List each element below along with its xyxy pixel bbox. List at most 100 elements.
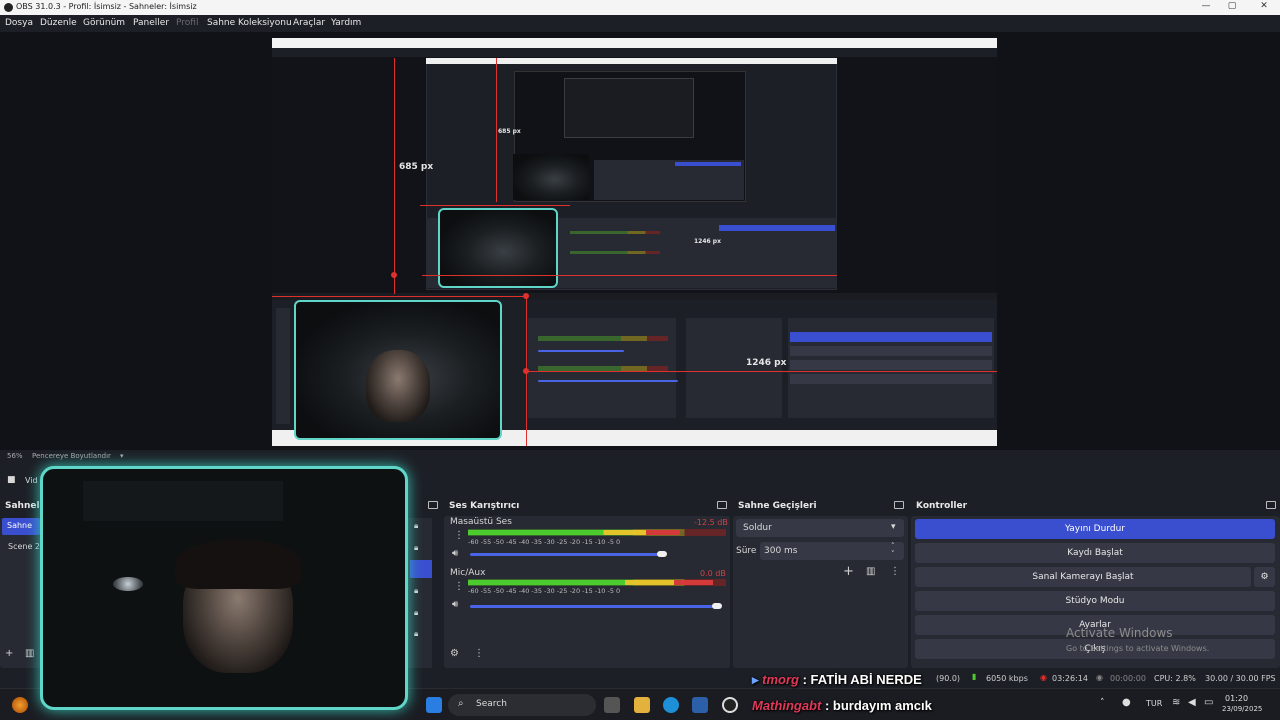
selection-handle-r[interactable]: [523, 368, 529, 374]
speaker-icon[interactable]: 🔊︎: [452, 548, 458, 559]
tray-time[interactable]: 01:20: [1225, 694, 1248, 703]
webcam-overlay: [40, 466, 408, 710]
transition-select[interactable]: Soldur ▾: [736, 519, 904, 537]
gear-icon[interactable]: ⚙: [450, 648, 459, 659]
source-item-selected[interactable]: [410, 560, 432, 578]
kebab-menu-icon[interactable]: ⋮: [454, 530, 464, 541]
menu-araclar[interactable]: Araçlar: [293, 18, 325, 28]
search-icon: ⌕: [458, 698, 464, 709]
chat-text: : burdayım amcık: [824, 698, 932, 713]
tray-date[interactable]: 23/09/2025: [1222, 705, 1262, 713]
volume-icon[interactable]: ◀: [1188, 697, 1196, 708]
tray-mic-icon[interactable]: ●: [1122, 697, 1131, 708]
selection-top: [272, 296, 528, 297]
tray-chevron-up-icon[interactable]: ˄: [1100, 698, 1105, 708]
chat-message: Mathingabt : burdayım amcık: [752, 698, 932, 713]
nested-stream-button-level2: [719, 225, 835, 231]
signal-icon: ▮: [972, 672, 977, 681]
volume-slider-mic[interactable]: [470, 605, 720, 608]
kebab-menu-icon[interactable]: ⋮: [454, 581, 464, 592]
chat-username: Mathingabt: [752, 698, 822, 713]
add-transition-button[interactable]: +: [843, 564, 854, 579]
chat-twitch-icon: ▸: [752, 672, 763, 687]
close-button[interactable]: ✕: [1254, 1, 1274, 13]
zoom-chevron-down-icon[interactable]: ▾: [120, 452, 124, 460]
store-icon[interactable]: [692, 697, 708, 713]
lock-icon[interactable]: 🔒︎: [414, 629, 418, 639]
guide-vertical-inner: [496, 58, 497, 202]
stepper-down-icon[interactable]: ˅: [891, 550, 895, 558]
maximize-button[interactable]: ▢: [1222, 1, 1242, 13]
inner-width-label: 1246 px: [694, 238, 721, 245]
sources-title: Vid: [25, 476, 38, 485]
status-stream-time: 03:26:14: [1052, 674, 1088, 683]
lock-icon[interactable]: 🔒︎: [414, 543, 418, 553]
volume-knob-desktop[interactable]: [657, 551, 667, 557]
dock-float-icon[interactable]: [717, 501, 727, 509]
menu-duzenle[interactable]: Düzenle: [40, 18, 77, 28]
webcam-background-shelf: [83, 481, 283, 521]
kebab-menu-icon[interactable]: ⋮: [474, 648, 484, 659]
kebab-menu-icon[interactable]: ⋮: [890, 566, 900, 577]
dock-float-icon[interactable]: [428, 501, 438, 509]
weather-icon[interactable]: [12, 697, 28, 713]
add-scene-button[interactable]: +: [5, 648, 13, 659]
zoom-mode[interactable]: Pencereye Boyutlandır: [32, 452, 111, 460]
lock-icon[interactable]: 🔒︎: [414, 608, 418, 618]
virtual-camera-settings-button[interactable]: ⚙: [1254, 567, 1275, 587]
task-view-icon[interactable]: [604, 697, 620, 713]
speaker-icon[interactable]: 🔊︎: [452, 599, 458, 610]
search-placeholder: Search: [476, 699, 507, 709]
trash-icon[interactable]: ▥: [25, 648, 34, 659]
menu-sahne-koleksiyonu[interactable]: Sahne Koleksiyonu: [207, 18, 292, 28]
edge-icon[interactable]: [663, 697, 679, 713]
stepper-up-icon[interactable]: ˄: [891, 542, 895, 550]
nested-stream-button-level1: [790, 332, 992, 342]
handle-dot[interactable]: [391, 272, 397, 278]
obs-logo-icon: [4, 3, 13, 12]
wifi-icon[interactable]: ≋: [1172, 697, 1180, 708]
guide-horizontal: [422, 275, 837, 276]
menu-dosya[interactable]: Dosya: [5, 18, 33, 28]
status-bitrate: 6050 kbps: [986, 674, 1028, 683]
scene-item-scene-2[interactable]: Scene 2: [8, 542, 40, 551]
stop-streaming-button[interactable]: Yayını Durdur: [915, 519, 1275, 539]
scene-item-sahne[interactable]: Sahne: [2, 518, 40, 535]
width-label: 1246 px: [746, 358, 787, 368]
dock-float-icon[interactable]: [1266, 501, 1276, 509]
nested-titlebar: [272, 38, 997, 48]
status-frames: (90.0): [936, 674, 961, 683]
volume-knob-mic[interactable]: [712, 603, 722, 609]
menu-yardim[interactable]: Yardım: [331, 18, 361, 28]
nested-stream-button-level3: [675, 162, 741, 166]
preview-canvas[interactable]: 685 px 685 px 1246 px 1246 px: [272, 38, 997, 446]
nested-webcam-level1: [294, 300, 502, 440]
zoom-value[interactable]: 56%: [7, 452, 23, 460]
selection-handle-tr[interactable]: [523, 293, 529, 299]
file-explorer-icon[interactable]: [634, 697, 650, 713]
start-virtual-camera-button[interactable]: Sanal Kamerayı Başlat: [915, 567, 1251, 587]
webcam-hair-image: [175, 539, 301, 589]
tray-language[interactable]: TUR: [1146, 699, 1162, 708]
minimize-button[interactable]: —: [1196, 1, 1216, 13]
gear-icon: ⚙: [1260, 572, 1269, 582]
obs-taskbar-icon[interactable]: [722, 697, 738, 713]
battery-icon[interactable]: ▭: [1204, 697, 1213, 708]
lock-icon[interactable]: 🔒︎: [414, 586, 418, 596]
inner-height-label: 685 px: [498, 128, 521, 135]
duration-spinbox[interactable]: 300 ms ˄ ˅: [760, 542, 904, 560]
dock-float-icon[interactable]: [894, 501, 904, 509]
menu-profil[interactable]: Profil: [176, 18, 198, 28]
studio-mode-button[interactable]: Stüdyo Modu: [915, 591, 1275, 611]
menu-gorunum[interactable]: Görünüm: [83, 18, 125, 28]
taskbar-search[interactable]: ⌕ Search: [448, 694, 596, 716]
start-windows-icon[interactable]: [426, 697, 442, 713]
menu-paneller[interactable]: Paneller: [133, 18, 169, 28]
start-recording-button[interactable]: Kaydı Başlat: [915, 543, 1275, 563]
channel-db-mic: 0.0 dB: [700, 569, 726, 578]
camera-icon: ■: [7, 475, 16, 485]
menu-bar: Dosya Düzenle Görünüm Paneller Profil Sa…: [0, 15, 1280, 32]
lock-icon[interactable]: 🔒︎: [414, 521, 418, 531]
volume-slider-desktop[interactable]: [470, 553, 665, 556]
trash-icon[interactable]: ▥: [866, 566, 875, 577]
